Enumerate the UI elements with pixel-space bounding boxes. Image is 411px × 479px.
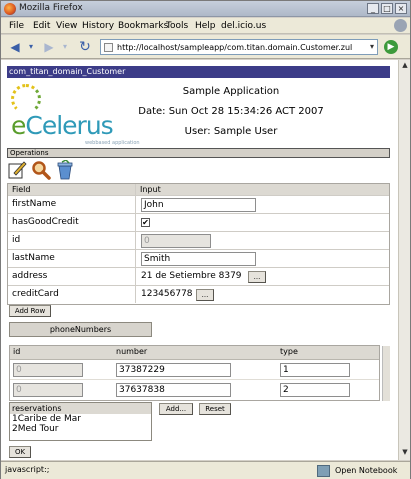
- lastname-input[interactable]: Smith: [141, 252, 256, 266]
- firstname-input[interactable]: John: [141, 198, 256, 212]
- address-label: address: [8, 268, 136, 285]
- lastname-label: lastName: [8, 250, 136, 267]
- col-field-header: Field: [8, 184, 136, 195]
- creditcard-value: 123456778: [141, 289, 193, 299]
- status-text: javascript:;: [5, 465, 50, 474]
- page-icon: [104, 43, 113, 52]
- form-row-address: address 21 de Setiembre 8379 ...: [8, 268, 389, 286]
- ok-button[interactable]: OK: [9, 446, 31, 458]
- logo-swirl-icon: [11, 84, 41, 114]
- reload-icon[interactable]: ↻: [75, 39, 95, 55]
- ecelerus-logo: eCelerus webbased application: [9, 84, 140, 146]
- url-bar[interactable]: http://localhost/sampleapp/com.titan.dom…: [100, 39, 378, 55]
- scroll-down-icon[interactable]: ▼: [400, 448, 410, 458]
- phone-type-input[interactable]: 2: [280, 383, 350, 397]
- form-row-hasgoodcredit: hasGoodCredit ✔: [8, 214, 389, 232]
- notebook-icon[interactable]: [317, 465, 330, 477]
- menu-history[interactable]: History: [82, 21, 114, 31]
- list-item[interactable]: 1Caribe de Mar: [10, 414, 151, 424]
- browser-window: Mozilla Firefox _ □ × File Edit View His…: [0, 0, 411, 479]
- add-reservation-button[interactable]: Add...: [159, 403, 193, 415]
- edit-icon[interactable]: [7, 160, 27, 180]
- menu-bookmarks[interactable]: Bookmarks: [118, 21, 168, 31]
- search-icon[interactable]: [31, 160, 51, 180]
- menu-view[interactable]: View: [56, 21, 77, 31]
- id-label: id: [8, 232, 136, 249]
- window-title: Mozilla Firefox: [19, 3, 83, 13]
- page-content: com_titan_domain_Customer eCelerus webba…: [1, 60, 398, 460]
- menu-bar: File Edit View History Bookmarks Tools H…: [1, 18, 410, 34]
- minimize-button[interactable]: _: [367, 3, 379, 14]
- firefox-icon: [4, 3, 16, 15]
- form-row-id: id 0: [8, 232, 389, 250]
- back-dropdown-icon[interactable]: ▾: [26, 39, 36, 55]
- phonenumbers-button[interactable]: phoneNumbers: [9, 322, 152, 337]
- form-row-creditcard: creditCard 123456778 ...: [8, 286, 389, 304]
- address-edit-button[interactable]: ...: [248, 271, 266, 283]
- table-row: 0 37637838 2: [10, 380, 379, 400]
- phone-col-type: type: [280, 347, 298, 356]
- maximize-button[interactable]: □: [381, 3, 393, 14]
- phone-col-id: id: [13, 347, 21, 356]
- hasgoodcredit-checkbox[interactable]: ✔: [141, 218, 150, 227]
- creditcard-label: creditCard: [8, 286, 136, 303]
- title-bar: Mozilla Firefox _ □ ×: [1, 1, 410, 17]
- form-row-lastname: lastName Smith: [8, 250, 389, 268]
- close-button[interactable]: ×: [395, 3, 407, 14]
- phone-number-input[interactable]: 37387229: [116, 363, 231, 377]
- form-row-firstname: firstName John: [8, 196, 389, 214]
- logo-tagline: webbased application: [85, 140, 140, 146]
- phone-type-input[interactable]: 1: [280, 363, 350, 377]
- operations-bar: Operations: [7, 148, 390, 158]
- creditcard-edit-button[interactable]: ...: [196, 289, 214, 301]
- status-bar: javascript:; Open Notebook: [1, 461, 410, 479]
- page-scrollbar[interactable]: ▲ ▼: [398, 60, 410, 460]
- hasgoodcredit-label: hasGoodCredit: [8, 214, 136, 231]
- date-line: Date: Sun Oct 28 15:34:26 ACT 2007: [138, 106, 324, 117]
- menu-file[interactable]: File: [9, 21, 24, 31]
- forward-button[interactable]: ▶: [39, 39, 59, 55]
- open-notebook-link[interactable]: Open Notebook: [335, 466, 397, 475]
- throbber-icon: [394, 19, 407, 32]
- form-header-row: Field Input: [8, 184, 389, 196]
- phone-id-input: 0: [13, 383, 83, 397]
- phone-col-number: number: [116, 347, 148, 356]
- user-line: User: Sample User: [184, 126, 278, 137]
- firstname-label: firstName: [8, 196, 136, 213]
- go-button[interactable]: ▶: [384, 40, 398, 54]
- phone-id-input: 0: [13, 363, 83, 377]
- menu-tools[interactable]: Tools: [166, 21, 188, 31]
- list-item[interactable]: 2Med Tour: [10, 424, 151, 434]
- reservations-listbox[interactable]: reservations 1Caribe de Mar 2Med Tour: [9, 402, 152, 441]
- add-row-button[interactable]: Add Row: [9, 305, 51, 317]
- logo-text: eCelerus: [11, 111, 114, 140]
- menu-edit[interactable]: Edit: [33, 21, 50, 31]
- back-button[interactable]: ◀: [5, 39, 25, 55]
- phone-number-input[interactable]: 37637838: [116, 383, 231, 397]
- forward-dropdown-icon[interactable]: ▾: [60, 39, 70, 55]
- navigation-toolbar: ◀ ▾ ▶ ▾ ↻ http://localhost/sampleapp/com…: [1, 35, 410, 59]
- reset-button[interactable]: Reset: [199, 403, 231, 415]
- table-row: 0 37387229 1: [10, 360, 379, 380]
- phone-table: id number type 0 37387229 1 0 37637838 2: [9, 345, 390, 401]
- app-title: Sample Application: [182, 86, 280, 97]
- customer-form: Field Input firstName John hasGoodCredit…: [7, 183, 390, 305]
- phone-table-header: id number type: [10, 346, 379, 360]
- reservations-caption: reservations: [10, 403, 151, 414]
- menu-help[interactable]: Help: [195, 21, 216, 31]
- id-input: 0: [141, 234, 211, 248]
- col-input-header: Input: [140, 185, 161, 194]
- url-text: http://localhost/sampleapp/com.titan.dom…: [117, 43, 353, 52]
- url-dropdown-icon[interactable]: ▾: [366, 39, 378, 55]
- delete-icon[interactable]: [55, 160, 75, 180]
- menu-delicious[interactable]: del.icio.us: [221, 21, 266, 31]
- phone-table-scrollbar[interactable]: [382, 346, 390, 401]
- page-header-bar: com_titan_domain_Customer: [7, 66, 390, 78]
- scroll-up-icon[interactable]: ▲: [400, 61, 410, 71]
- address-value: 21 de Setiembre 8379: [141, 271, 242, 281]
